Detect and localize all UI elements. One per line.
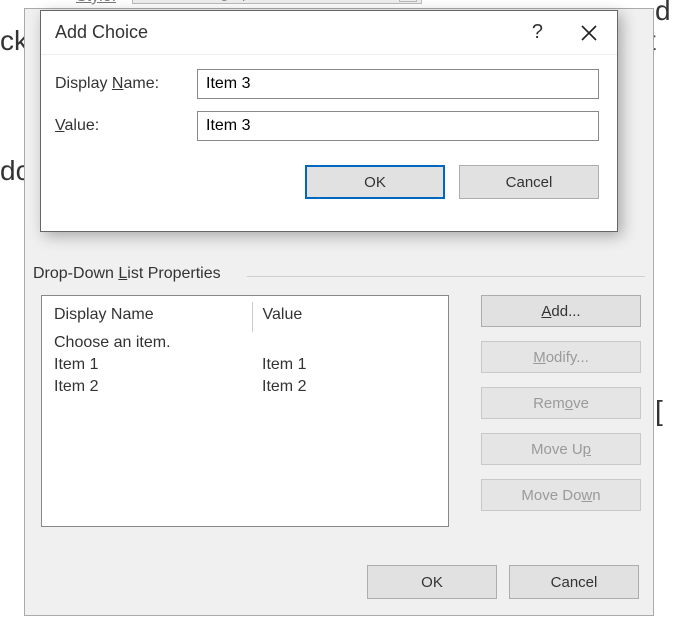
help-icon[interactable]: ? <box>524 17 551 48</box>
list-item-value: Item 2 <box>252 376 438 398</box>
close-icon[interactable] <box>571 15 607 51</box>
list-item[interactable]: Item 1 Item 1 <box>52 354 438 376</box>
chevron-down-icon: ▾ <box>399 0 417 2</box>
add-button[interactable]: Add... <box>481 295 641 327</box>
list-item-name: Item 1 <box>52 354 252 376</box>
ok-button[interactable]: OK <box>367 565 497 599</box>
list-item-name: Item 2 <box>52 376 252 398</box>
dialog-title: Add Choice <box>55 22 148 43</box>
style-combo-value: Default Paragraph Font <box>137 0 293 2</box>
value-label: Value: <box>55 117 197 135</box>
move-up-button: Move Up <box>481 433 641 465</box>
cancel-button[interactable]: Cancel <box>509 565 639 599</box>
dropdown-list-section-title: Drop-Down List Properties <box>33 265 221 283</box>
divider <box>247 276 645 277</box>
display-name-label: Display Name: <box>55 75 197 93</box>
add-choice-dialog: Add Choice ? Display Name: Value: OK Can… <box>40 10 618 232</box>
list-item-name: Choose an item. <box>52 332 252 354</box>
style-label: Style: <box>76 0 116 6</box>
cancel-button[interactable]: Cancel <box>459 165 599 199</box>
display-name-input[interactable] <box>197 69 599 99</box>
dropdown-items-listbox[interactable]: Display Name Value Choose an item. Item … <box>41 295 449 527</box>
column-header-value[interactable]: Value <box>252 302 438 332</box>
modify-button: Modify... <box>481 341 641 373</box>
value-input[interactable] <box>197 111 599 141</box>
list-item-value <box>252 332 438 354</box>
ok-button[interactable]: OK <box>305 165 445 199</box>
remove-button: Remove <box>481 387 641 419</box>
list-item[interactable]: Choose an item. <box>52 332 438 354</box>
style-combo[interactable]: Default Paragraph Font ▾ <box>132 0 422 4</box>
move-down-button: Move Down <box>481 479 641 511</box>
titlebar: Add Choice ? <box>41 11 617 55</box>
background-text: [ <box>655 395 663 427</box>
list-item-value: Item 1 <box>252 354 438 376</box>
list-item[interactable]: Item 2 Item 2 <box>52 376 438 398</box>
column-header-display-name[interactable]: Display Name <box>52 302 252 332</box>
background-text: d <box>655 0 671 27</box>
